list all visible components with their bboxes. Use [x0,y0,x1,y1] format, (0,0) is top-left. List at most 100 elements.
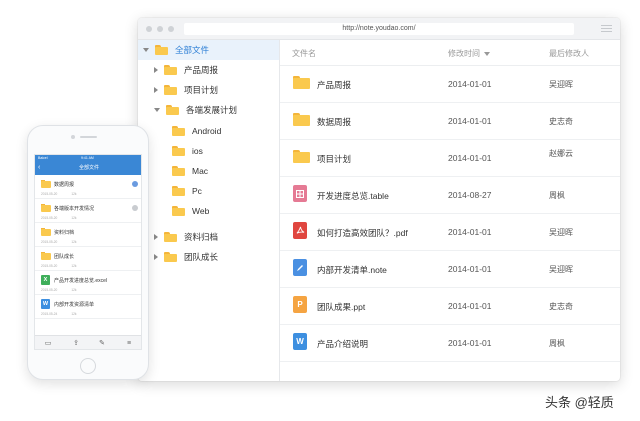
list-row[interactable]: 产品周报 2014-01-01 吴迎晖 [280,66,620,103]
tree-item-label: Pc [192,186,202,196]
sync-icon[interactable] [132,205,138,211]
tree-item-web[interactable]: Web [172,201,209,221]
list-item[interactable]: 资料归档 2015-05-20 12k [35,223,141,247]
file-date: 2014-01-01 [448,79,492,89]
column-header-modified-label: 修改时间 [448,49,480,58]
file-name: 项目计划 [317,154,352,164]
phone-nav-bar: ‹ 全部文件 [35,161,141,175]
item-date: 2015-05-20 [41,192,58,196]
item-date: 2015-05-20 [41,288,58,292]
tree-item-label: Web [192,206,210,216]
folder-icon [164,65,177,75]
list-row[interactable]: 项目计划 2014-01-01 赵娜云 [280,140,620,177]
item-size: 12k [71,312,77,316]
caret-right-icon[interactable] [154,67,158,73]
excel-icon: X [41,275,50,285]
list-row[interactable]: P 团队成果.ppt 2014-01-01 史志奇 [280,288,620,325]
item-size: 12k [71,264,77,268]
sort-down-icon[interactable] [484,51,490,56]
tree-item-pc[interactable]: Pc [172,181,202,201]
list-item[interactable]: X 产品开发进度总览.excel 2015-05-20 12k [35,271,141,295]
file-date: 2014-01-01 [448,227,492,237]
url-bar[interactable]: http://note.youdao.com/ [184,23,574,35]
back-icon[interactable]: ‹ [38,161,40,175]
tree-item-product-weekly[interactable]: 产品周报 [154,60,218,80]
menu-icon[interactable] [601,25,612,33]
item-date: 2015-05-24 [41,312,58,316]
tree-item-team-growth[interactable]: 团队成长 [154,247,218,267]
list-item[interactable]: 团队成长 2015-05-20 12k [35,247,141,271]
caret-right-icon[interactable] [154,87,158,93]
upload-tab-icon[interactable]: ⇪ [72,340,80,348]
phone-mockup: Baicel 9:41 AM ‹ 全部文件 数据周报 2015-05-20 12k… [27,125,149,380]
file-list: 文件名 修改时间 最后修改人 产品周报 2014-01-01 吴迎晖 数据周报 … [280,40,620,381]
list-header: 文件名 修改时间 最后修改人 [280,40,620,66]
column-header-modified[interactable]: 修改时间 [448,48,490,59]
folder-icon [164,85,177,95]
file-owner: 史志奇 [549,117,573,126]
tree-item-label: 团队成长 [184,252,219,262]
item-name: 产品开发进度总览.excel [54,278,108,284]
desktop-window: http://note.youdao.com/ 全部文件 产品周报 项目计划 各… [138,18,620,381]
window-close-dot[interactable] [146,26,152,32]
caret-down-icon[interactable] [143,48,149,52]
folder-icon [41,228,51,236]
caret-right-icon[interactable] [154,254,158,260]
list-item[interactable]: 数据周报 2015-05-20 12k [35,175,141,199]
sync-icon[interactable] [132,181,138,187]
file-owner: 吴迎晖 [549,265,573,274]
list-row[interactable]: 如何打造高效团队？.pdf 2014-01-01 吴迎晖 [280,214,620,251]
file-owner: 周枫 [549,339,565,348]
tree-item-label: 项目计划 [184,85,219,95]
list-item[interactable]: 各端版本开发情况 2015-05-20 12k [35,199,141,223]
file-name: 数据周报 [317,117,352,127]
file-owner: 史志奇 [549,302,573,311]
folder-icon [293,113,310,126]
folder-icon [172,186,185,196]
folder-icon [41,204,51,212]
tree-item-label: Mac [192,166,209,176]
caret-right-icon[interactable] [154,234,158,240]
tree-item-label: Android [192,126,222,136]
table-icon [293,185,307,202]
tree-item-ios[interactable]: ios [172,141,203,161]
window-maximize-dot[interactable] [168,26,174,32]
tree-item-root[interactable]: 全部文件 [138,40,279,60]
file-name: 如何打造高效团队？.pdf [317,228,408,238]
column-header-name[interactable]: 文件名 [292,48,316,59]
tree-item-mac[interactable]: Mac [172,161,208,181]
file-date: 2014-01-01 [448,301,492,311]
file-name: 产品周报 [317,80,352,90]
item-size: 12k [71,288,77,292]
window-minimize-dot[interactable] [157,26,163,32]
phone-screen: Baicel 9:41 AM ‹ 全部文件 数据周报 2015-05-20 12k… [34,154,142,350]
tree-item-project-plan[interactable]: 项目计划 [154,80,218,100]
caret-down-icon[interactable] [154,108,160,112]
tree-item-platform-plan[interactable]: 各端发展计划 [154,100,237,120]
tree-item-android[interactable]: Android [172,121,221,141]
note-tab-icon[interactable]: ▭ [44,340,52,348]
list-row[interactable]: 数据周报 2014-01-01 史志奇 [280,103,620,140]
file-name: 团队成果.ppt [317,302,366,312]
folder-icon [164,252,177,262]
list-item[interactable]: W 内部开发资源清单 2015-05-24 12k [35,295,141,319]
tree-item-label: 全部文件 [175,45,210,55]
list-tab-icon[interactable]: ≡ [125,340,133,348]
tree-item-archive[interactable]: 资料归档 [154,227,218,247]
column-header-modifier[interactable]: 最后修改人 [549,48,589,59]
file-owner: 吴迎晖 [549,228,573,237]
list-row[interactable]: 内部开发清单.note 2014-01-01 吴迎晖 [280,251,620,288]
folder-icon [164,232,177,242]
folder-icon [155,45,168,55]
item-name: 团队成长 [54,254,75,260]
edit-tab-icon[interactable]: ✎ [98,340,106,348]
tree-item-label: 各端发展计划 [186,105,238,115]
ppt-icon: P [293,296,307,313]
file-owner: 周枫 [549,191,565,200]
list-row[interactable]: W 产品介绍说明 2014-01-01 周枫 [280,325,620,362]
list-row[interactable]: 开发进度总览.table 2014-08-27 周枫 [280,177,620,214]
pdf-icon [293,222,307,239]
home-button[interactable] [80,358,96,374]
item-date: 2015-05-20 [41,216,58,220]
watermark: 头条 @轻质 [545,395,614,410]
